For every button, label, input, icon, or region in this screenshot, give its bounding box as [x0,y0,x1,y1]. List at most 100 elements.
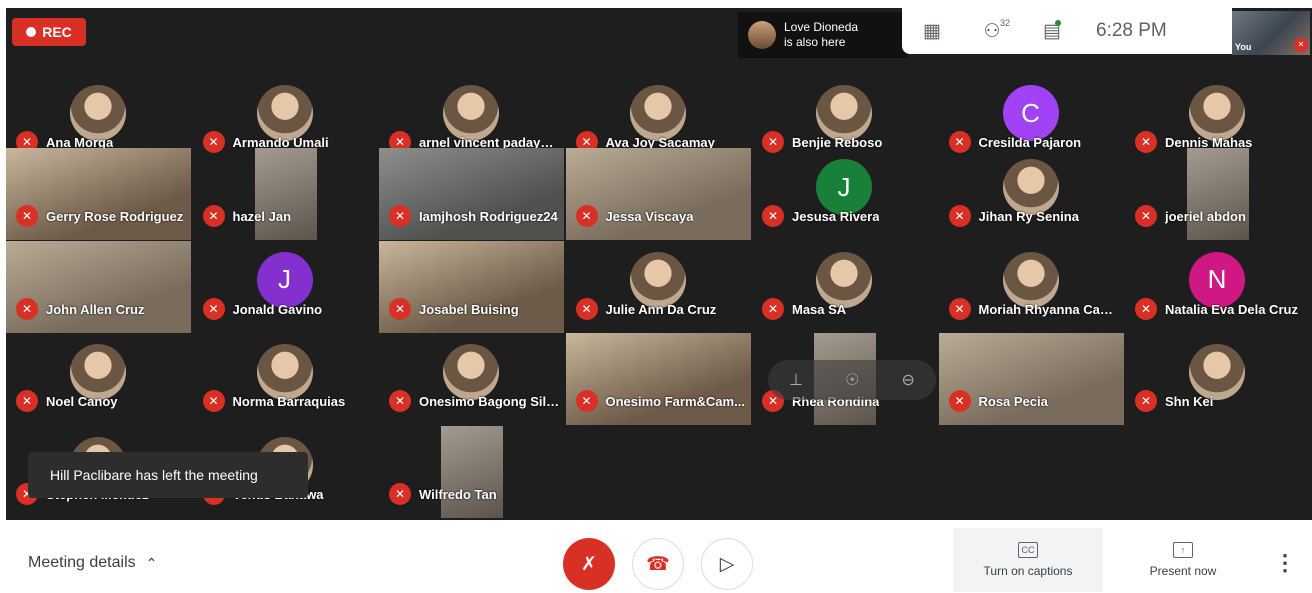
mic-off-icon: ✗ [581,553,597,575]
present-label: Present now [1149,564,1217,578]
present-icon: ↑ [1173,542,1193,558]
participant-name: Jessa Viscaya [605,209,694,224]
participant-tile[interactable]: ✕ Iamjhosh Rodriguez24 [379,148,564,240]
avatar [70,85,126,141]
participant-tile[interactable]: ✕ Shn Kei [1125,333,1310,425]
avatar [1189,344,1245,400]
participant-tile[interactable]: ✕ Rosa Pecia [938,333,1124,425]
avatar [816,85,872,141]
avatar [70,344,126,400]
participant-tile[interactable]: ✕ Wilfredo Tan [379,425,564,518]
participant-name: Natalia Eva Dela Cruz [1165,301,1298,317]
recording-label: REC [42,24,72,40]
participant-name: Iamjhosh Rodriguez24 [419,209,558,224]
mic-off-icon: ✕ [202,205,225,227]
mic-off-icon: ✕ [1135,390,1157,412]
participant-tile[interactable]: ✕ Jihan Ry Senina [939,148,1124,240]
participant-name: Josabel Buising [419,301,519,317]
mic-off-icon: ✕ [948,205,971,227]
participant-tile[interactable]: N ✕ Natalia Eva Dela Cruz [1125,241,1310,333]
mic-off-icon: ✕ [202,390,225,412]
participant-tile[interactable]: ✕ Noel Canoy [6,333,191,425]
avatar-letter: J [256,251,313,308]
more-vert-icon[interactable]: ⋮ [1274,550,1296,576]
mic-off-icon: ✕ [575,390,598,412]
bottom-bar: Meeting details ⌃ ✗ ☎ ▷ CC Turn on capti… [0,520,1312,593]
participant-grid: REC Love Dioneda is also here ▦ ⚇ 32 ▤ 6… [6,8,1312,520]
chat-notification-dot [1055,20,1061,26]
participant-tile[interactable]: ✕ hazel Jan [193,148,378,240]
record-dot-icon [26,27,37,37]
join-notice: Love Dioneda is also here [738,12,908,58]
participant-name: Onesimo Farm&Cam... [605,394,745,409]
leave-call-button[interactable]: ☎ [632,538,684,590]
present-button[interactable]: ↑ Present now [1108,528,1258,592]
remove-icon[interactable]: ⊖ [902,370,915,390]
participant-tile[interactable]: ✕ Masa SA [752,241,937,333]
avatar [1002,159,1059,215]
recording-badge: REC [12,18,86,46]
pin-icon[interactable]: ⊥ [789,370,803,390]
camera-icon: ▷ [719,553,735,575]
avatar [629,251,686,308]
participant-name: Shn Kei [1165,394,1214,409]
participant-name: Rosa Pecia [978,394,1048,409]
participant-name: John Allen Cruz [46,301,145,317]
participant-name: Noel Canoy [46,394,118,409]
people-button[interactable]: ⚇ 32 [962,8,1022,54]
mute-remote-icon[interactable]: ☉ [845,370,859,390]
participant-tile[interactable]: ✕ Onesimo Bagong Sila... [379,333,564,425]
mic-off-icon: ✕ [389,390,411,412]
meeting-details-label: Meeting details [28,554,136,571]
meeting-details-button[interactable]: Meeting details ⌃ [28,554,157,572]
self-mic-off-icon: ✕ [1294,38,1308,52]
participant-name: Wilfredo Tan [419,486,497,502]
captions-button[interactable]: CC Turn on captions [953,528,1103,592]
participant-tile[interactable]: ✕ Norma Barraquias [193,333,378,425]
grid-icon[interactable]: ▦ [902,8,962,54]
top-toolbar: ▦ ⚇ 32 ▤ 6:28 PM [902,8,1232,54]
mic-off-icon: ✕ [389,482,411,505]
participant-name: Julie Ann Da Cruz [605,301,717,317]
participant-name: Jihan Ry Senina [978,209,1079,224]
mic-off-icon: ✕ [16,390,38,412]
mic-off-icon: ✕ [1135,297,1157,320]
participant-tile[interactable]: J ✕ Jonald Gavino [193,241,378,333]
notice-name: Love Dioneda [784,20,859,34]
mic-off-icon: ✕ [389,205,411,227]
participant-name: Onesimo Bagong Sila... [419,394,561,409]
self-view[interactable]: You ✕ [1232,11,1310,55]
clock: 6:28 PM [1096,20,1167,41]
participant-name: Jonald Gavino [232,301,323,317]
tile-hover-controls[interactable]: ⊥ ☉ ⊖ [768,360,936,400]
participant-tile[interactable]: ✕ Moriah Rhyanna Cant... [939,241,1124,333]
participant-video [1187,148,1249,240]
avatar [443,85,499,141]
participant-tile[interactable]: ✕ Julie Ann Da Cruz [566,241,751,333]
mic-toggle-button[interactable]: ✗ [563,538,615,590]
participant-tile[interactable]: J ✕ Jesusa Rivera [752,148,937,240]
mic-off-icon: ✕ [948,297,971,320]
participant-tile[interactable]: ✕ Gerry Rose Rodriguez [6,148,191,240]
participant-tile[interactable]: ✕ Jessa Viscaya [565,148,751,240]
chat-button[interactable]: ▤ [1022,8,1082,54]
avatar [1002,251,1059,308]
participant-name: hazel Jan [232,209,292,224]
participant-name: Masa SA [792,301,847,317]
participant-name: joeriel abdon [1165,209,1246,224]
participant-tile[interactable]: ✕ Onesimo Farm&Cam... [565,333,751,425]
participant-tile[interactable]: ✕ John Allen Cruz [6,240,191,333]
mic-off-icon: ✕ [389,297,411,320]
mic-off-icon: ✕ [202,297,225,320]
participant-tile[interactable]: ✕ joeriel abdon [1125,148,1310,240]
participant-name: Jesusa Rivera [792,209,880,224]
avatar [1189,85,1245,141]
camera-toggle-button[interactable]: ▷ [701,538,753,590]
left-meeting-toast: Hill Paclibare has left the meeting [28,452,308,498]
mic-off-icon: ✕ [16,297,38,320]
avatar [816,251,872,308]
chevron-up-icon: ⌃ [145,554,158,571]
phone-hangup-icon: ☎ [646,553,670,575]
participant-video [254,148,317,240]
participant-tile[interactable]: ✕ Josabel Buising [379,240,564,333]
